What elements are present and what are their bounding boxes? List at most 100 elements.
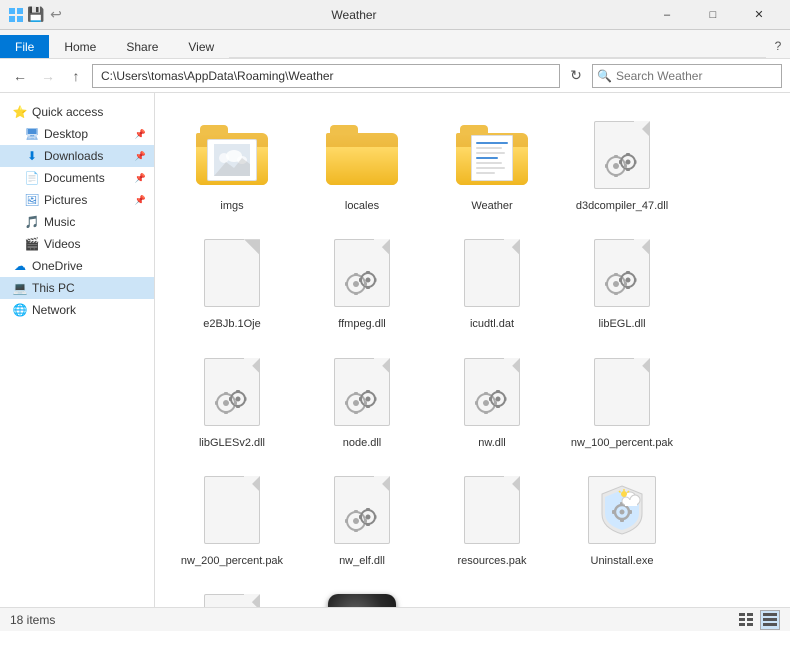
generic-file-icon [192,233,272,313]
sidebar-quick-access[interactable]: ⭐ Quick access [0,101,154,123]
address-input[interactable] [92,64,560,88]
music-icon: 🎵 [24,214,40,230]
list-item[interactable]: e2BJb.1Oje [167,223,297,341]
file-name: node.dll [343,436,382,450]
file-name: d3dcompiler_47.dll [576,199,668,213]
grid-view-button[interactable] [760,610,780,630]
sidebar-documents-label: Documents [44,171,105,185]
title-bar: 💾 ↩ Weather ‒ □ ✕ [0,0,790,30]
sidebar-network-label: Network [32,303,76,317]
dll-ffmpeg-icon [322,233,402,313]
sidebar-onedrive-label: OneDrive [32,259,83,273]
exe-uninstall-icon [582,470,662,550]
pictures-icon: 🖼 [24,192,40,208]
forward-button[interactable]: → [36,64,60,88]
list-item[interactable]: icudtl.dat [427,223,557,341]
ribbon-tabs: File Home Share View ? [0,30,790,58]
window-title: Weather [64,8,644,22]
window-controls[interactable]: ‒ □ ✕ [644,0,782,30]
quick-access-label: Quick access [32,105,103,119]
list-item[interactable]: Weather [427,105,557,223]
dll-d3d-icon [582,115,662,195]
sidebar-item-downloads[interactable]: ⬇ Downloads 📌 [0,145,154,167]
list-item[interactable]: ffmpeg.dll [297,223,427,341]
sidebar-desktop-label: Desktop [44,127,88,141]
list-item[interactable]: nw.dll [427,342,557,460]
sidebar-this-pc-label: This PC [32,281,75,295]
pin-icon-downloads: 📌 [135,151,146,162]
search-input[interactable] [616,69,756,83]
list-item[interactable]: nw_100_percent.pak [557,342,687,460]
list-item[interactable]: imgs [167,105,297,223]
search-box: 🔍 [592,64,782,88]
list-item[interactable]: Weather.exe [297,578,427,607]
dll-node-icon [322,352,402,432]
sidebar-music-label: Music [44,215,75,229]
back-button[interactable]: ← [8,64,32,88]
sidebar-item-videos[interactable]: 🎬 Videos [0,233,154,255]
pin-icon-documents: 📌 [135,173,146,184]
sidebar-item-desktop[interactable]: 🖥 Desktop 📌 [0,123,154,145]
sidebar-item-network[interactable]: 🌐 Network [0,299,154,321]
pak-100-icon [582,352,662,432]
list-item[interactable]: Uninstall.exe [557,460,687,578]
list-item[interactable]: v8_context_snapshot.bin [167,578,297,607]
folder-locales-icon [322,115,402,195]
list-item[interactable]: locales [297,105,427,223]
file-name: Uninstall.exe [591,554,654,568]
ribbon-help-button[interactable]: ? [766,34,790,58]
file-name: libEGL.dll [598,317,645,331]
dll-nwelf-icon [322,470,402,550]
tab-share[interactable]: Share [111,35,173,58]
pin-icon-desktop: 📌 [135,129,146,140]
maximize-button[interactable]: □ [690,0,736,30]
file-name: imgs [220,199,243,213]
sidebar-downloads-label: Downloads [44,149,103,163]
dat-file-icon [452,233,532,313]
tab-file[interactable]: File [0,35,49,58]
ribbon: File Home Share View ? [0,30,790,59]
pak-200-icon [192,470,272,550]
item-count: 18 items [10,613,55,627]
tab-home[interactable]: Home [49,35,111,58]
title-bar-icons: 💾 ↩ [8,7,64,23]
file-name: nw_100_percent.pak [571,436,673,450]
quick-access-icon: ⭐ [12,104,28,120]
address-bar: ← → ↑ ↻ 🔍 [0,59,790,93]
sidebar-item-pictures[interactable]: 🖼 Pictures 📌 [0,189,154,211]
pak-resources-icon [452,470,532,550]
status-bar: 18 items [0,607,790,631]
file-name: icudtl.dat [470,317,514,331]
list-item[interactable]: node.dll [297,342,427,460]
list-view-button[interactable] [736,610,756,630]
dll-libgles-icon [192,352,272,432]
bin-file-icon [192,588,272,607]
list-item[interactable]: libGLESv2.dll [167,342,297,460]
this-pc-icon: 💻 [12,280,28,296]
sidebar-videos-label: Videos [44,237,80,251]
sidebar-item-onedrive[interactable]: ☁ OneDrive [0,255,154,277]
tab-view[interactable]: View [173,35,229,58]
onedrive-icon: ☁ [12,258,28,274]
exe-weather-icon [322,588,402,607]
folder-imgs-icon [192,115,272,195]
minimize-button[interactable]: ‒ [644,0,690,30]
list-item[interactable]: nw_200_percent.pak [167,460,297,578]
list-item[interactable]: resources.pak [427,460,557,578]
network-icon: 🌐 [12,302,28,318]
list-item[interactable]: d3dcompiler_47.dll [557,105,687,223]
file-name: e2BJb.1Oje [203,317,260,331]
list-item[interactable]: nw_elf.dll [297,460,427,578]
close-button[interactable]: ✕ [736,0,782,30]
up-button[interactable]: ↑ [64,64,88,88]
file-name: locales [345,199,379,213]
sidebar-item-this-pc[interactable]: 💻 This PC [0,277,154,299]
sidebar-item-music[interactable]: 🎵 Music [0,211,154,233]
file-grid: imgs locales [167,105,778,607]
sidebar-item-documents[interactable]: 📄 Documents 📌 [0,167,154,189]
sidebar-pictures-label: Pictures [44,193,87,207]
sidebar: ⭐ Quick access 🖥 Desktop 📌 ⬇ Downloads 📌… [0,93,155,607]
list-item[interactable]: libEGL.dll [557,223,687,341]
file-name: libGLESv2.dll [199,436,265,450]
refresh-button[interactable]: ↻ [564,64,588,88]
